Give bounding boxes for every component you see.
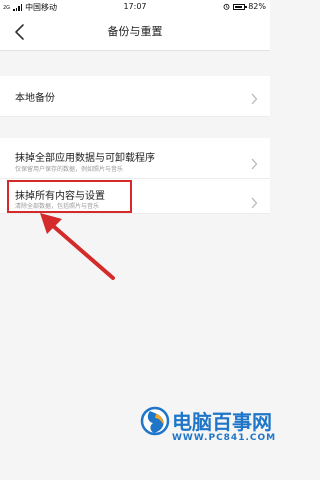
watermark: 电脑百事网 WWW.PC841.COM <box>140 404 275 460</box>
status-right: 82% <box>223 2 266 11</box>
brand-logo-icon <box>140 406 170 436</box>
page-title: 备份与重置 <box>107 25 163 38</box>
row-title: 抹掉全部应用数据与可卸载程序 <box>15 153 155 164</box>
app-header: 备份与重置 <box>0 14 270 51</box>
arrow-annotation-icon <box>40 213 115 280</box>
watermark-url: WWW.PC841.COM <box>172 433 277 443</box>
watermark-title: 电脑百事网 <box>172 410 272 434</box>
status-bar: 2G 中国移动 17:07 82% <box>0 0 270 14</box>
row-subtitle: 清除全部数据，包括照片与音乐 <box>15 203 100 210</box>
row-title: 抹掉所有内容与设置 <box>15 191 105 202</box>
row-title: 本地备份 <box>15 93 55 104</box>
battery-icon <box>233 3 248 10</box>
alarm-icon <box>223 3 230 10</box>
erase-all-content-row[interactable]: 抹掉所有内容与设置 清除全部数据，包括照片与音乐 <box>0 179 270 214</box>
local-backup-row[interactable]: 本地备份 <box>0 76 270 117</box>
row-subtitle: 仅保留用户保存的数据，例如照片与音乐 <box>15 166 124 173</box>
erase-app-data-row[interactable]: 抹掉全部应用数据与可卸载程序 仅保留用户保存的数据，例如照片与音乐 <box>0 138 270 179</box>
chevron-right-icon <box>250 155 258 170</box>
chevron-right-icon <box>250 90 258 105</box>
battery-percent: 82% <box>248 2 266 11</box>
chevron-right-icon <box>250 194 258 209</box>
